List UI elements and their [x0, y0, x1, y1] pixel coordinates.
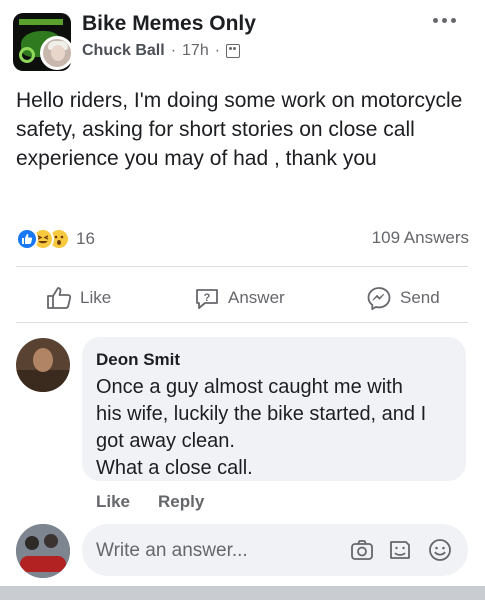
- reactions-summary[interactable]: 16: [16, 228, 95, 250]
- comment-like-button[interactable]: Like: [96, 492, 130, 512]
- like-label: Like: [80, 288, 112, 307]
- divider: [16, 266, 468, 267]
- post-meta: Chuck Ball · 17h ·: [82, 42, 241, 60]
- gif-icon[interactable]: [388, 538, 412, 562]
- reaction-count: 16: [76, 229, 95, 248]
- group-name[interactable]: Bike Memes Only: [82, 12, 256, 36]
- answer-placeholder[interactable]: Write an answer...: [96, 540, 248, 562]
- messenger-icon: [367, 287, 391, 310]
- comment-reply-button[interactable]: Reply: [158, 492, 204, 512]
- post-text: Hello riders, I'm doing some work on mot…: [16, 89, 463, 170]
- like-reaction-icon: [16, 228, 38, 250]
- author-name[interactable]: Chuck Ball: [82, 42, 165, 60]
- comment-line: Once a guy almost caught me with: [96, 376, 403, 398]
- author-avatar[interactable]: [40, 36, 74, 70]
- post-time[interactable]: 17h: [182, 42, 209, 60]
- camera-icon[interactable]: [350, 538, 374, 562]
- like-icon: [47, 287, 72, 309]
- svg-text:?: ?: [204, 292, 211, 304]
- answer-label: Answer: [228, 288, 285, 307]
- my-avatar: [16, 524, 70, 578]
- comment-line: got away clean.: [96, 430, 235, 452]
- comment-line: What a close call.: [96, 457, 253, 479]
- answers-count[interactable]: 109 Answers: [372, 228, 469, 248]
- more-options-button[interactable]: [433, 12, 463, 28]
- bottom-bar: [0, 586, 485, 600]
- comment-line: his wife, luckily the bike started, and …: [96, 403, 427, 425]
- separator: ·: [170, 42, 177, 59]
- answer-button[interactable]: ? Answer: [194, 286, 285, 310]
- send-label: Send: [400, 288, 440, 307]
- separator: ·: [214, 42, 221, 59]
- comment-author[interactable]: Deon Smit: [96, 350, 180, 370]
- commenter-avatar[interactable]: [16, 338, 70, 392]
- answer-icon: ?: [196, 289, 218, 309]
- like-button[interactable]: Like: [46, 286, 111, 310]
- send-button[interactable]: Send: [366, 286, 440, 310]
- comment-text: Once a guy almost caught me with his wif…: [96, 374, 458, 482]
- emoji-icon[interactable]: [428, 538, 452, 562]
- divider: [16, 322, 468, 323]
- group-icon: [226, 44, 241, 58]
- more-icon: [433, 17, 438, 23]
